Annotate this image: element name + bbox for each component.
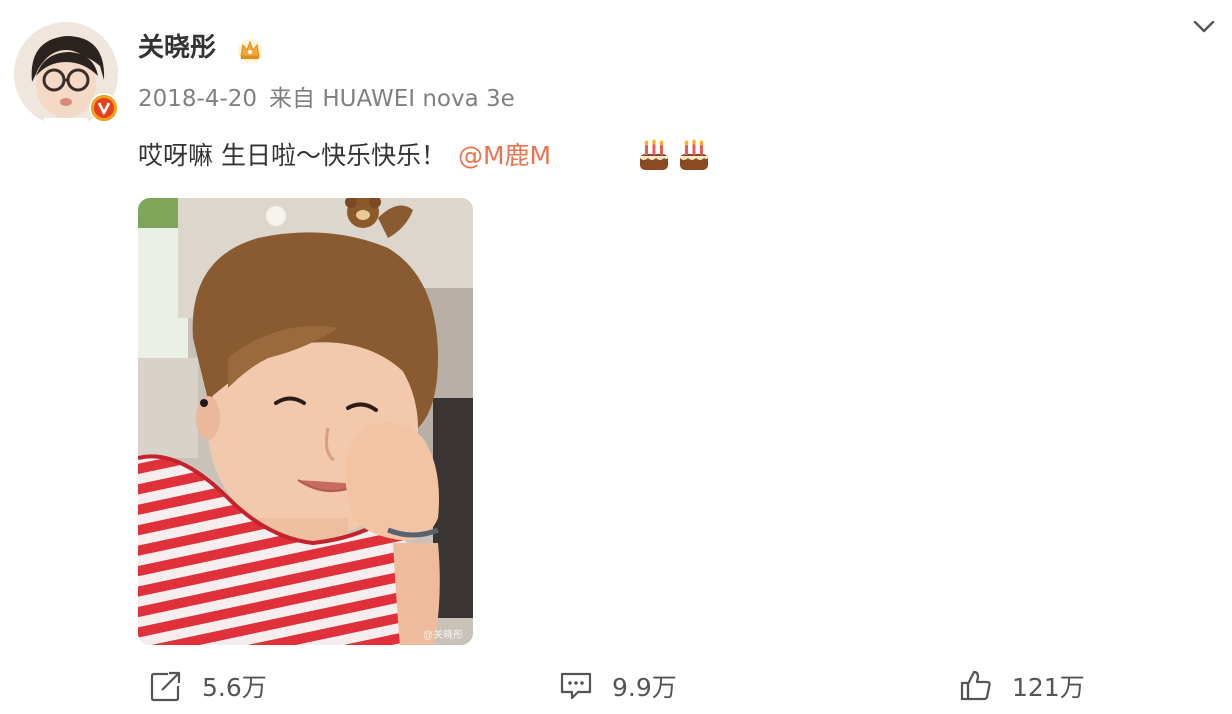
- verified-v-icon: [89, 93, 119, 123]
- repost-icon: [148, 668, 184, 704]
- photo-watermark: @关晓彤: [423, 628, 463, 641]
- cake-icon: [636, 138, 672, 174]
- post-photo[interactable]: @关晓彤: [138, 198, 473, 645]
- author-name[interactable]: 关晓彤: [138, 30, 216, 66]
- chevron-down-icon[interactable]: [1190, 14, 1218, 38]
- post-source: 来自 HUAWEI nova 3e: [269, 86, 515, 112]
- repost-button[interactable]: 5.6万: [148, 668, 267, 704]
- weibo-post-card: 关晓彤 2018-4-20 来自 HUAWEI nova 3e 哎呀嘛 生日啦～快…: [0, 0, 1232, 714]
- comment-count: 9.9万: [612, 673, 677, 702]
- repost-count: 5.6万: [202, 673, 267, 702]
- post-date[interactable]: 2018-4-20: [138, 86, 257, 112]
- comment-icon: [558, 668, 594, 704]
- post-meta: 2018-4-20 来自 HUAWEI nova 3e: [138, 84, 515, 114]
- cake-icon: [676, 138, 712, 174]
- like-button[interactable]: 121万: [958, 668, 1085, 704]
- like-count: 121万: [1012, 673, 1085, 702]
- mention-link[interactable]: @M鹿M: [458, 141, 551, 170]
- crown-icon[interactable]: [236, 36, 264, 64]
- post-body: 哎呀嘛 生日啦～快乐快乐！: [138, 141, 446, 170]
- thumbs-up-icon: [958, 668, 994, 704]
- comment-button[interactable]: 9.9万: [558, 668, 677, 704]
- post-text: 哎呀嘛 生日啦～快乐快乐！ @M鹿M: [138, 139, 551, 173]
